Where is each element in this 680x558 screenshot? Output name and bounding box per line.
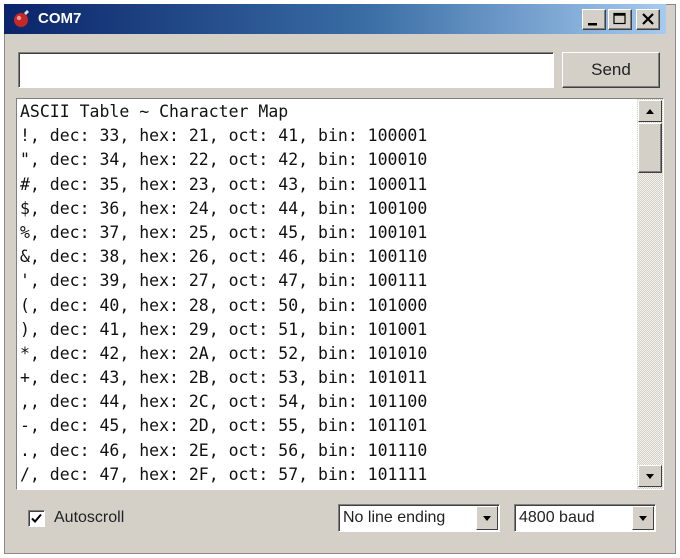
minimize-button[interactable] [582,9,606,30]
scroll-down-button[interactable] [638,465,662,487]
checkmark-icon [31,513,42,523]
window-title: COM7 [38,10,82,27]
autoscroll-checkbox[interactable] [28,510,45,527]
arduino-icon [14,10,29,27]
chevron-down-icon [483,516,491,521]
maximize-icon [613,12,626,25]
output-line: /, dec: 47, hex: 2F, oct: 57, bin: 10111… [20,464,428,484]
output-line: %, dec: 37, hex: 25, oct: 45, bin: 10010… [20,222,428,242]
output-line: &, dec: 38, hex: 26, oct: 46, bin: 10011… [20,247,428,267]
output-line: +, dec: 43, hex: 2B, oct: 53, bin: 10101… [20,368,428,388]
output-line: #, dec: 35, hex: 23, oct: 43, bin: 10001… [20,174,428,194]
vertical-scrollbar[interactable] [637,99,663,489]
line-ending-select[interactable]: No line ending [338,504,500,532]
output-line: !, dec: 33, hex: 21, oct: 41, bin: 10000… [20,126,428,146]
output-lines: ASCII Table ~ Character Map !, dec: 33, h… [20,100,427,487]
scroll-up-button[interactable] [638,100,662,122]
maximize-button[interactable] [608,9,632,30]
arrow-down-icon [646,474,654,479]
arrow-up-icon [646,109,654,114]
output-line: ), dec: 41, hex: 29, oct: 51, bin: 10100… [20,319,428,339]
minimize-icon [588,23,597,26]
baud-rate-value: 4800 baud [519,509,595,526]
send-button[interactable]: Send [562,52,660,88]
chevron-down-icon [639,516,647,521]
output-line: ", dec: 34, hex: 22, oct: 42, bin: 10001… [20,150,428,170]
line-ending-dropdown-button[interactable] [476,506,498,530]
output-line: ', dec: 39, hex: 27, oct: 47, bin: 10011… [20,271,428,291]
output-line: ASCII Table ~ Character Map [20,102,289,121]
close-button[interactable] [636,9,660,30]
send-input[interactable] [18,52,554,88]
output-line: ,, dec: 44, hex: 2C, oct: 54, bin: 10110… [20,392,428,412]
autoscroll-label: Autoscroll [54,509,125,526]
scroll-thumb[interactable] [638,123,662,173]
serial-output[interactable]: ASCII Table ~ Character Map !, dec: 33, h… [16,98,664,490]
line-ending-value: No line ending [343,509,446,526]
baud-rate-dropdown-button[interactable] [632,506,654,530]
output-line: ., dec: 46, hex: 2E, oct: 56, bin: 10111… [20,440,428,460]
output-line: $, dec: 36, hex: 24, oct: 44, bin: 10010… [20,198,428,218]
close-icon [642,13,654,25]
output-line: (, dec: 40, hex: 28, oct: 50, bin: 10100… [20,295,428,315]
baud-rate-select[interactable]: 4800 baud [514,504,656,532]
output-line: *, dec: 42, hex: 2A, oct: 52, bin: 10101… [20,343,428,363]
output-line: -, dec: 45, hex: 2D, oct: 55, bin: 10110… [20,416,428,436]
title-bar[interactable]: COM7 [4,4,666,34]
